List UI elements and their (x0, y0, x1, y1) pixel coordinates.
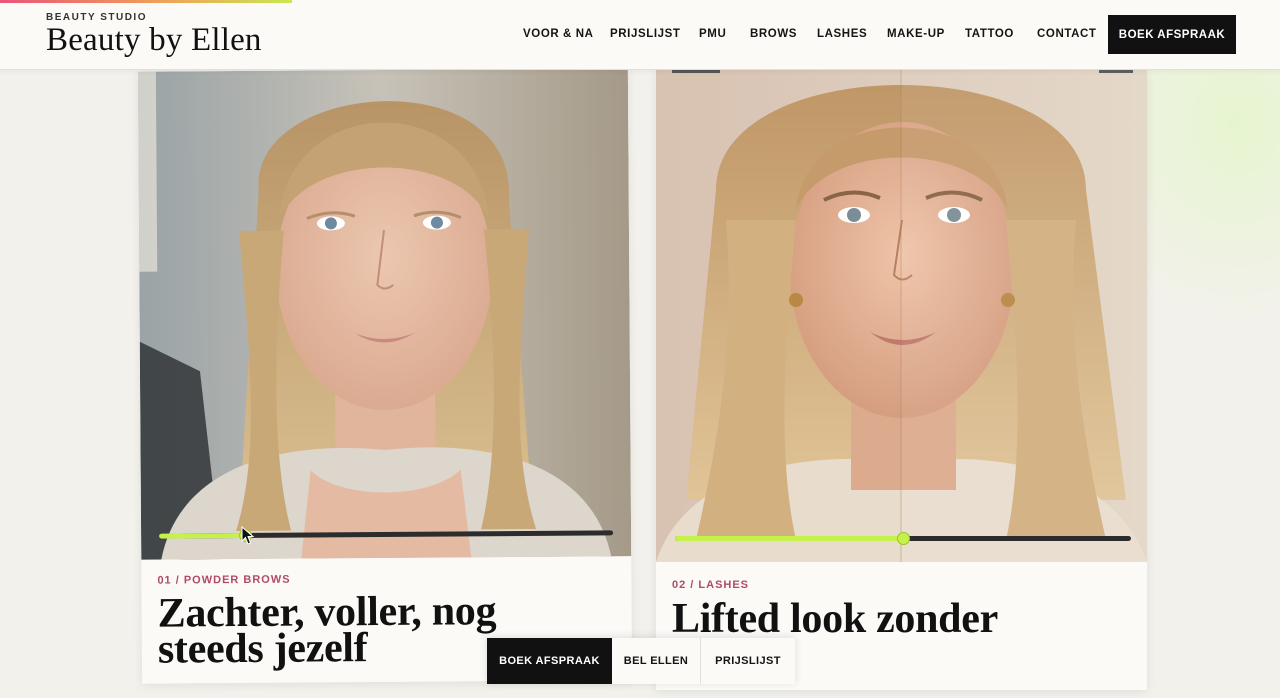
book-appointment-sticky-button[interactable]: BOEK AFSPRAAK (487, 638, 612, 684)
price-list-button[interactable]: PRIJSLIJST (701, 638, 795, 684)
site-header: BEAUTY STUDIO Beauty by Ellen VOOR & NA … (0, 0, 1280, 70)
mouse-cursor-icon (241, 526, 255, 545)
card-category-label: 01 / POWDER BROWS (157, 573, 291, 587)
nav-pmu[interactable]: PMU (699, 28, 726, 40)
nav-contact[interactable]: CONTACT (1037, 28, 1097, 40)
before-after-card-lashes: 02 / LASHES Lifted look zonder dstress (656, 70, 1147, 690)
nav-make-up[interactable]: MAKE-UP (887, 28, 945, 40)
sticky-bottom-bar: BOEK AFSPRAAK BEL ELLEN PRIJSLIJST (487, 638, 795, 684)
before-after-card-brows: 01 / POWDER BROWS Zachter, voller, nog s… (137, 68, 633, 684)
main-nav: VOOR & NA PRIJSLIJST PMU BROWS LASHES MA… (0, 0, 1280, 70)
book-appointment-button[interactable]: BOEK AFSPRAAK (1108, 15, 1236, 54)
call-ellen-button[interactable]: BEL ELLEN (612, 638, 701, 684)
slider-handle[interactable] (897, 532, 910, 545)
card-title: Zachter, voller, nog steeds jezelf (157, 588, 497, 673)
nav-tattoo[interactable]: TATTOO (965, 28, 1014, 40)
before-after-photo-lashes (656, 70, 1147, 562)
before-after-photo-brows (137, 68, 632, 560)
before-after-slider-lashes[interactable] (675, 532, 1131, 545)
nav-prijslijst[interactable]: PRIJSLIJST (610, 28, 681, 40)
nav-lashes[interactable]: LASHES (817, 28, 867, 40)
card-category-label: 02 / LASHES (672, 579, 750, 591)
nav-voor-na[interactable]: VOOR & NA (523, 28, 594, 40)
slider-fill (159, 532, 246, 539)
slider-fill (675, 536, 903, 541)
nav-brows[interactable]: BROWS (750, 28, 797, 40)
